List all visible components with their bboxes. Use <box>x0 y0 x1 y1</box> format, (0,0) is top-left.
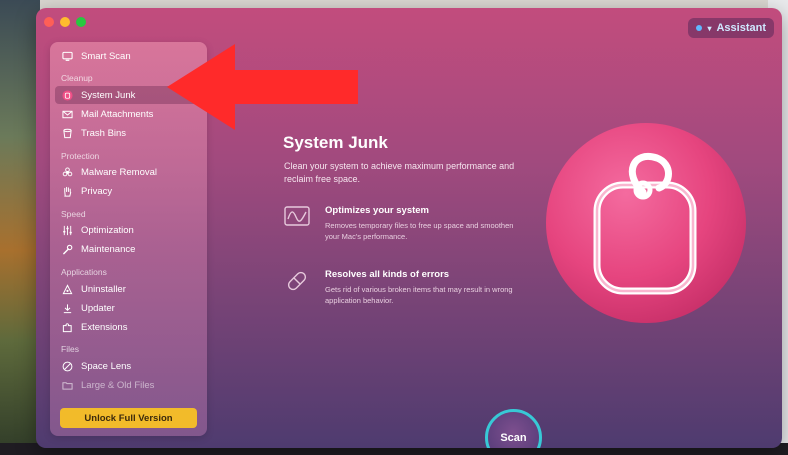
sidebar-item-uninstaller[interactable]: Uninstaller <box>55 280 201 298</box>
unlock-full-version-button[interactable]: Unlock Full Version <box>60 408 197 428</box>
sidebar-item-label: Large & Old Files <box>81 379 155 391</box>
folder-icon <box>62 381 73 390</box>
sidebar-item-label: Space Lens <box>81 360 132 372</box>
section-title-cleanup: Cleanup <box>61 73 93 83</box>
sidebar-item-updater[interactable]: Updater <box>55 299 201 317</box>
sidebar-item-label: Extensions <box>81 321 128 333</box>
zoom-window-button[interactable] <box>76 17 86 27</box>
sidebar-item-label: Updater <box>81 302 115 314</box>
page-description: Clean your system to achieve maximum per… <box>284 161 515 184</box>
page-title: System Junk <box>283 133 388 152</box>
hand-icon <box>64 186 72 197</box>
section-title-speed: Speed <box>61 209 86 219</box>
section-title-protection: Protection <box>61 151 100 161</box>
performance-graph-icon <box>284 206 310 226</box>
lens-icon <box>62 361 73 371</box>
feature-description: Gets rid of various broken items that ma… <box>325 285 513 305</box>
sidebar-item-label: Privacy <box>81 185 113 197</box>
sidebar-item-extensions[interactable]: Extensions <box>55 318 201 336</box>
sidebar-item-label: Uninstaller <box>81 283 126 295</box>
close-window-button[interactable] <box>44 17 54 27</box>
sidebar-item-label: Optimization <box>81 224 134 236</box>
junk-icon <box>62 89 73 101</box>
sidebar-item-label: Smart Scan <box>81 50 131 62</box>
minimize-window-button[interactable] <box>60 17 70 27</box>
sidebar-item-privacy[interactable]: Privacy <box>55 182 201 200</box>
feature-description: Removes temporary files to free up space… <box>325 221 514 241</box>
sidebar-item-large-old-files[interactable]: Large & Old Files <box>55 376 201 394</box>
window-controls <box>44 17 86 27</box>
extensions-icon <box>62 322 72 332</box>
sidebar-item-malware-removal[interactable]: Malware Removal <box>55 163 201 181</box>
sidebar-item-label: Mail Attachments <box>81 108 154 120</box>
section-title-applications: Applications <box>61 267 107 277</box>
wrench-icon <box>63 244 73 254</box>
system-junk-hero-icon <box>546 123 746 323</box>
chevron-down-icon: ▾ <box>707 23 712 33</box>
assistant-status-icon <box>696 25 703 31</box>
sidebar-item-optimization[interactable]: Optimization <box>55 221 201 239</box>
sliders-icon <box>63 225 72 235</box>
sidebar-item-label: Malware Removal <box>81 166 158 178</box>
section-title-files: Files <box>61 344 79 354</box>
updater-icon <box>63 303 72 313</box>
sidebar-item-maintenance[interactable]: Maintenance <box>55 240 201 258</box>
sidebar-item-space-lens[interactable]: Space Lens <box>55 357 201 375</box>
sidebar-item-label: Trash Bins <box>81 127 127 139</box>
feature-title: Resolves all kinds of errors <box>325 269 450 280</box>
biohazard-icon <box>62 166 73 176</box>
sidebar-item-label: System Junk <box>81 89 136 101</box>
red-arrow-annotation <box>167 44 358 130</box>
mail-icon <box>62 110 73 118</box>
app-window: ▾ Assistant Smart Scan Cleanup System Ju… <box>36 8 782 448</box>
desktop-background <box>0 0 40 455</box>
monitor-icon <box>62 51 73 61</box>
feature-title: Optimizes your system <box>325 205 430 216</box>
assistant-button[interactable]: ▾ Assistant <box>688 18 774 38</box>
assistant-label: Assistant <box>716 22 766 34</box>
pill-icon <box>287 271 307 291</box>
scan-button[interactable]: Scan <box>485 409 542 448</box>
trash-icon <box>63 128 72 138</box>
sidebar-item-label: Maintenance <box>81 243 136 255</box>
uninstaller-icon <box>62 283 73 294</box>
